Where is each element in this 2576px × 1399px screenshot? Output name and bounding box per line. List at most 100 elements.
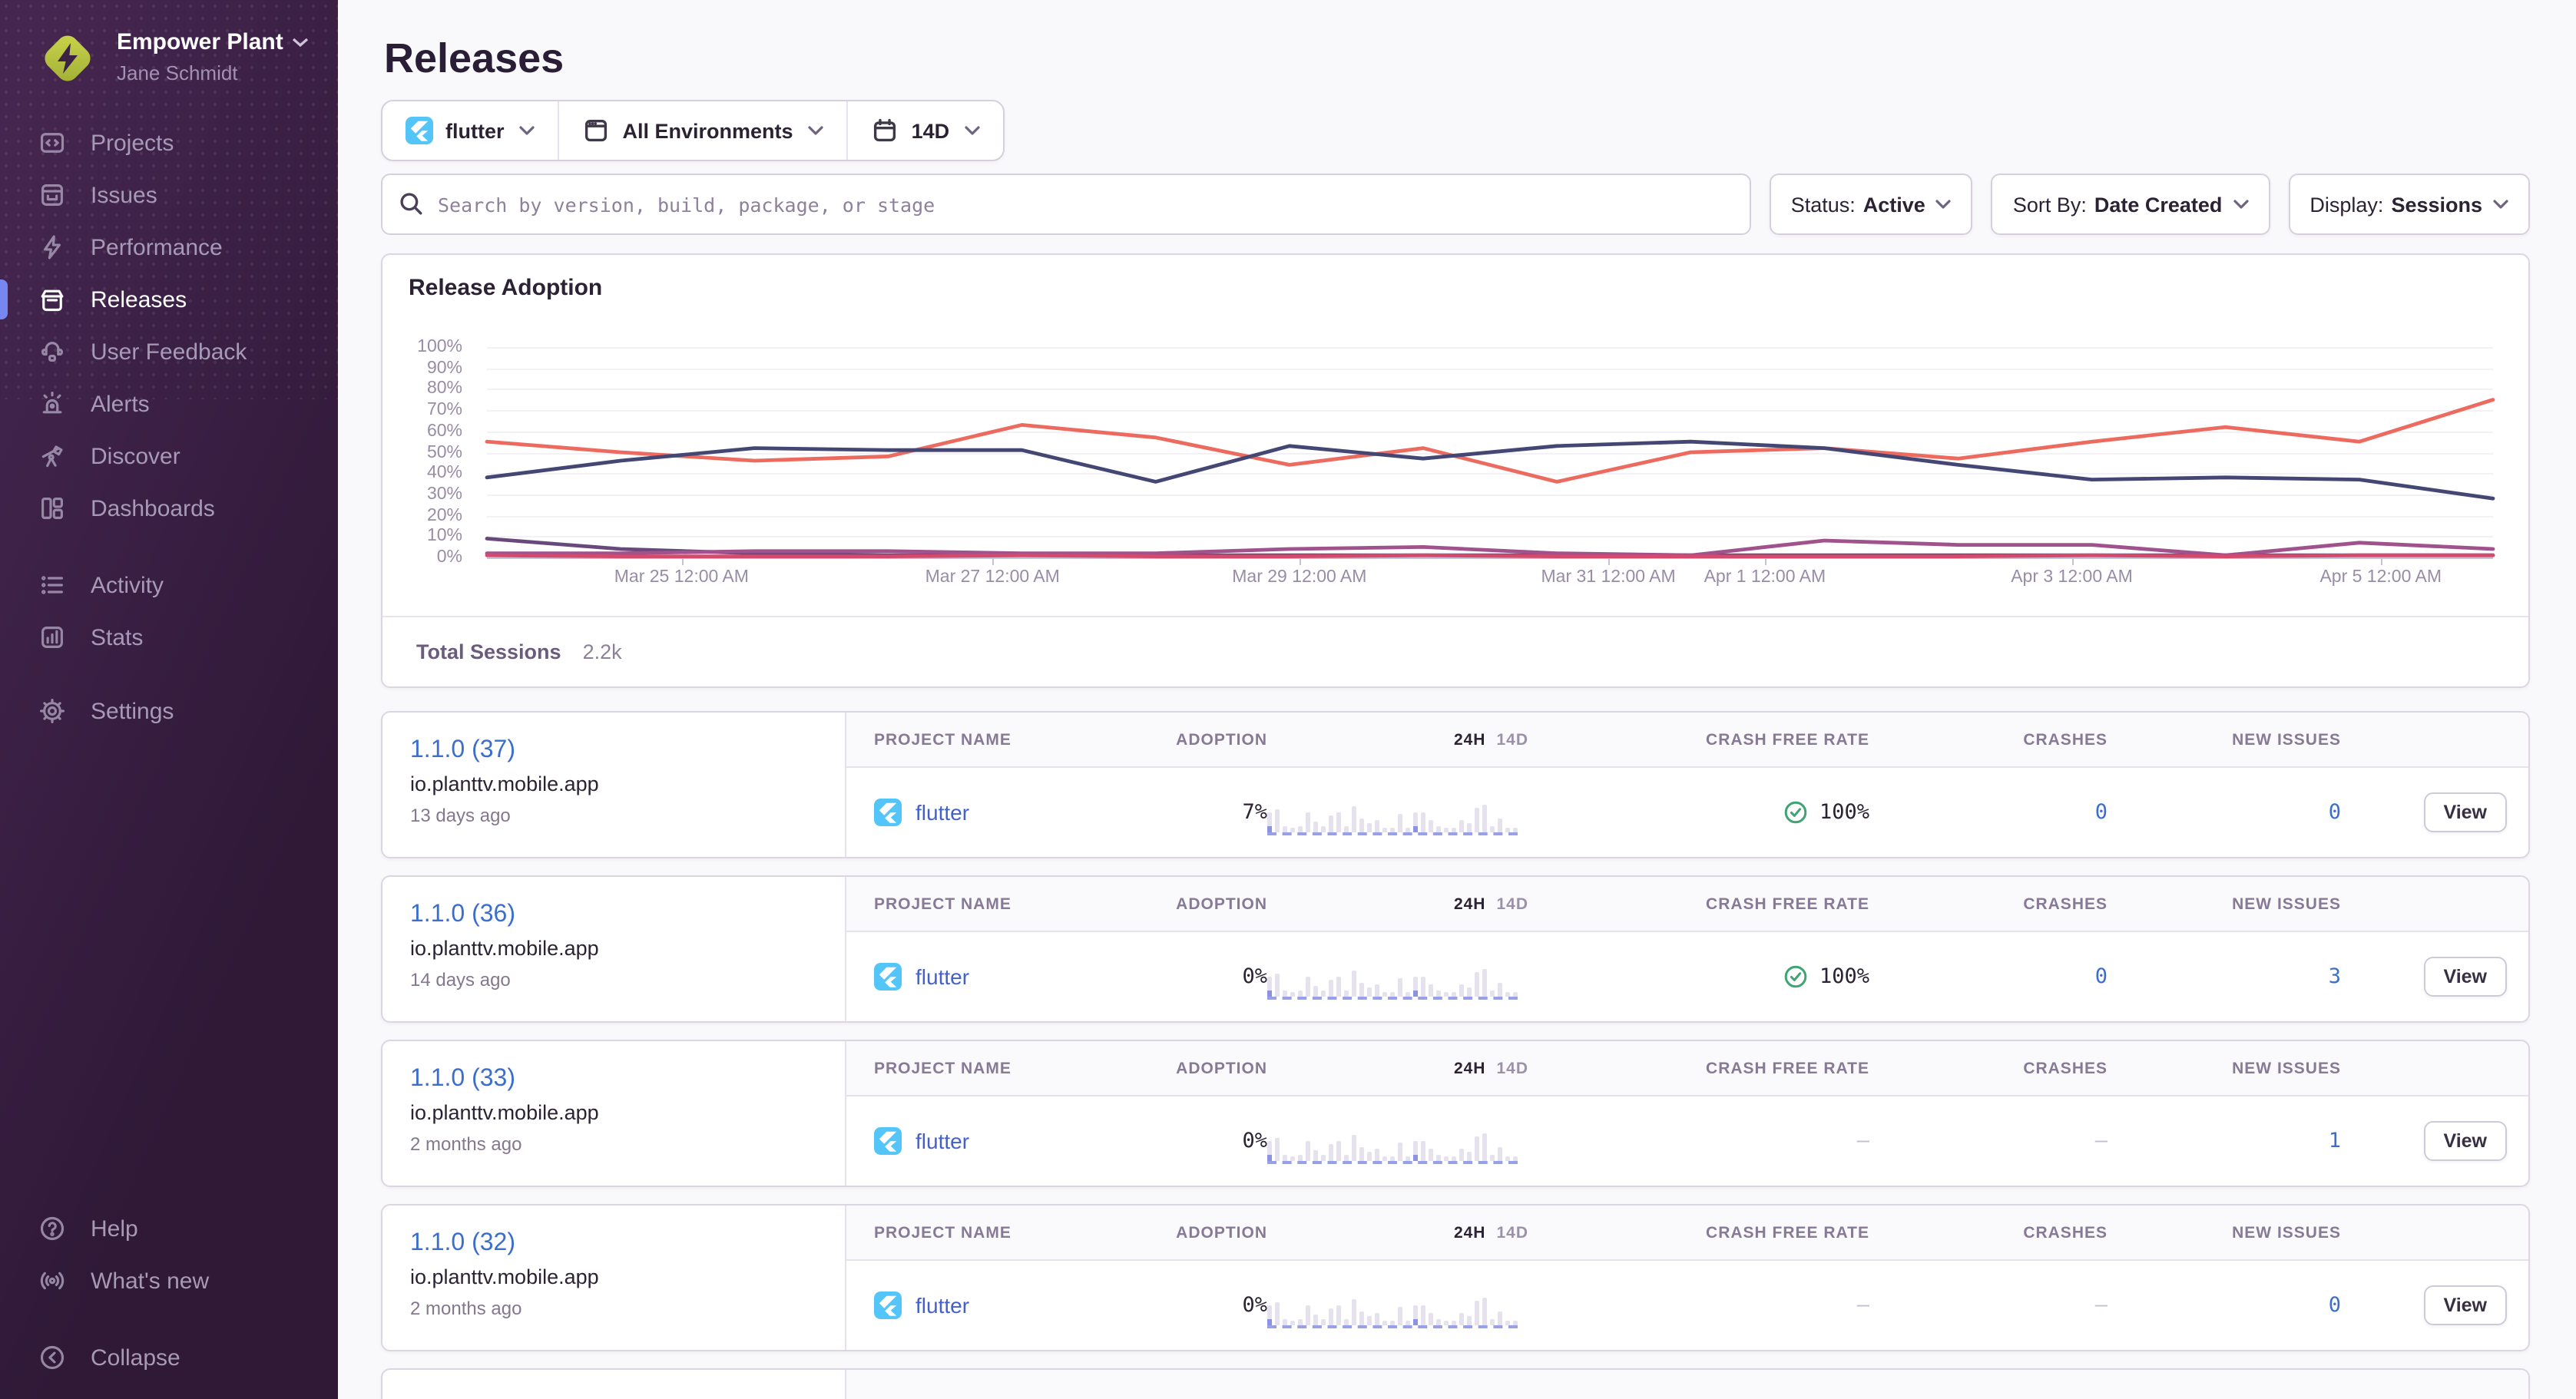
sidebar-item-projects[interactable]: Projects [0,117,338,169]
view-button[interactable]: View [2423,1285,2507,1325]
project-link[interactable]: flutter [874,1127,1144,1155]
check-circle-icon [1784,964,1809,989]
col-crash-free-rate: CRASH FREE RATE [1528,1223,1869,1242]
release-info: 1.1.0 (36) io.planttv.mobile.app 14 days… [382,877,846,1021]
flutter-icon [874,963,902,991]
sidebar-item-label: User Feedback [91,339,247,365]
sidebar-item-releases[interactable]: Releases [0,273,338,326]
new-issues-link[interactable]: 3 [2107,964,2341,989]
chart-x-axis: Mar 25 12:00 AMMar 27 12:00 AMMar 29 12:… [487,568,2493,590]
environment-filter-value: All Environments [623,119,793,142]
chevron-down-icon [809,126,824,135]
toggle-14d[interactable]: 14D [1496,895,1528,913]
broadcast-icon [38,1267,66,1295]
col-adoption: ADOPTION [1144,895,1267,913]
org-switcher[interactable]: Empower Plant Jane Schmidt [0,0,338,104]
alerts-icon [38,390,66,418]
col-crashes: CRASHES [1869,730,2107,749]
col-project-name: PROJECT NAME [874,1223,1144,1242]
col-time-toggle: 24H 14D [1267,1223,1528,1242]
toggle-14d[interactable]: 14D [1496,1059,1528,1077]
view-button[interactable]: View [2423,792,2507,832]
date-range-filter[interactable]: 14D [847,101,1004,160]
release-package: io.planttv.mobile.app [410,772,817,795]
toggle-14d[interactable]: 14D [1496,1223,1528,1242]
sidebar-item-whats-new[interactable]: What's new [0,1255,338,1307]
new-issues-link[interactable]: 0 [2107,1293,2341,1318]
project-link[interactable]: flutter [874,799,1144,826]
display-dropdown[interactable]: Display: Sessions [2288,174,2530,235]
adoption-plot [487,347,2493,557]
release-table-header: PROJECT NAME ADOPTION 24H14D CRASH FREE … [846,1041,2528,1096]
sidebar-footer: Help What's new Collapse [0,1202,338,1384]
crashes-cell: – [1869,1129,2107,1153]
project-filter[interactable]: flutter [382,101,558,160]
toggle-24h[interactable]: 24H [1454,730,1486,749]
sidebar-item-stats[interactable]: Stats [0,611,338,663]
stats-icon [38,623,66,651]
sidebar-item-label: Dashboards [91,495,215,521]
sidebar-item-alerts[interactable]: Alerts [0,378,338,430]
release-table-row: flutter 7% 100% 0 0 View [846,768,2528,857]
crash-free-cell: – [1528,1293,1869,1318]
toggle-24h[interactable]: 24H [1454,1223,1486,1242]
release-age: 2 months ago [410,1133,817,1155]
toggle-24h[interactable]: 24H [1454,1059,1486,1077]
sidebar-item-help[interactable]: Help [0,1202,338,1255]
release-info [382,1370,846,1399]
release-info: 1.1.0 (32) io.planttv.mobile.app 2 month… [382,1206,846,1350]
view-button[interactable]: View [2423,1121,2507,1161]
release-table: PROJECT NAME ADOPTION 24H14D CRASH FREE … [846,1041,2528,1186]
sidebar-item-dashboards[interactable]: Dashboards [0,482,338,534]
toggle-14d[interactable]: 14D [1496,730,1528,749]
release-version-link[interactable]: 1.1.0 (32) [410,1229,817,1258]
check-circle-icon [1784,800,1809,825]
release-list: 1.1.0 (37) io.planttv.mobile.app 13 days… [381,711,2530,1399]
status-dropdown[interactable]: Status: Active [1770,174,1973,235]
crashes-link[interactable]: 0 [1869,800,2107,825]
sort-dropdown[interactable]: Sort By: Date Created [1992,174,2270,235]
new-issues-link[interactable]: 0 [2107,800,2341,825]
sidebar-item-label: Settings [91,698,174,724]
sidebar-item-collapse[interactable]: Collapse [0,1331,338,1384]
col-adoption: ADOPTION [1144,730,1267,749]
view-button[interactable]: View [2423,957,2507,997]
sidebar-item-label: Discover [91,443,180,469]
search-input[interactable] [381,174,1751,235]
release-package: io.planttv.mobile.app [410,1101,817,1124]
project-link[interactable]: flutter [874,1292,1144,1319]
sidebar-item-issues[interactable]: Issues [0,169,338,221]
new-issues-link[interactable]: 1 [2107,1129,2341,1153]
org-logo-icon [37,28,98,89]
environment-filter[interactable]: All Environments [558,101,847,160]
project-link[interactable]: flutter [874,963,1144,991]
adoption-value: 0% [1144,1293,1267,1318]
sort-label: Sort By: [2013,193,2087,216]
flutter-icon [406,117,433,144]
discover-icon [38,442,66,470]
sidebar-item-activity[interactable]: Activity [0,559,338,611]
release-version-link[interactable]: 1.1.0 (36) [410,900,817,929]
release-table-row: flutter 0% – – 1 View [846,1096,2528,1186]
chevron-down-icon [1936,200,1952,209]
release-table: PROJECT NAME ADOPTION 24H14D CRASH FREE … [846,877,2528,1021]
sidebar-item-settings[interactable]: Settings [0,685,338,737]
toolbar: Status: Active Sort By: Date Created Dis… [381,174,2530,235]
project-filter-value: flutter [445,119,505,142]
sidebar-item-user-feedback[interactable]: User Feedback [0,326,338,378]
page-filter-bar: flutter All Environments 14D [381,100,1005,161]
crashes-link[interactable]: 0 [1869,964,2107,989]
release-table-header: PROJECT NAME ADOPTION 24H14D CRASH FREE … [846,1206,2528,1261]
toggle-24h[interactable]: 24H [1454,895,1486,913]
sidebar-item-label: Releases [91,286,187,313]
release-version-link[interactable]: 1.1.0 (33) [410,1064,817,1093]
release-version-link[interactable]: 1.1.0 (37) [410,736,817,765]
sidebar-item-performance[interactable]: Performance [0,221,338,273]
project-name: flutter [916,1129,969,1153]
user-name: Jane Schmidt [117,61,310,84]
release-table [846,1370,2528,1399]
sidebar-item-discover[interactable]: Discover [0,430,338,482]
release-table-row: flutter 0% – – 0 View [846,1261,2528,1350]
adoption-value: 7% [1144,800,1267,825]
release-table: PROJECT NAME ADOPTION 24H14D CRASH FREE … [846,713,2528,857]
